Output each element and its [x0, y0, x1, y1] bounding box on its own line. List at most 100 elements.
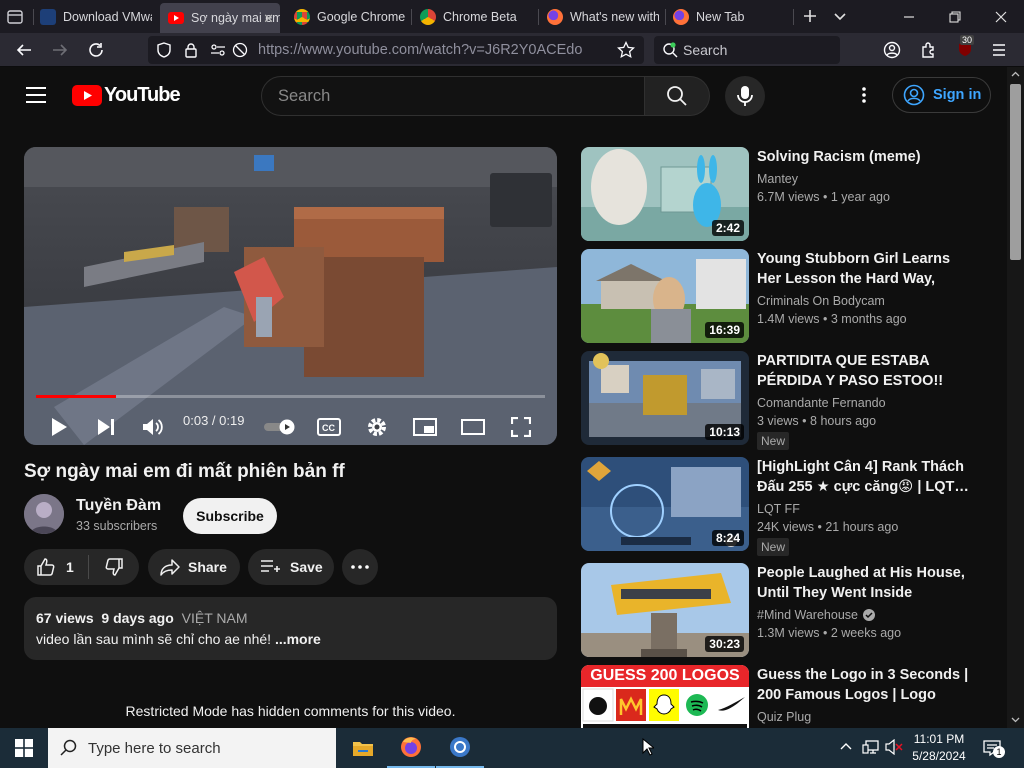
- logos-grid: [582, 688, 747, 728]
- start-button[interactable]: [0, 728, 48, 768]
- channel-name[interactable]: Comandante Fernando: [757, 396, 886, 410]
- subscribe-button[interactable]: Subscribe: [183, 498, 277, 534]
- video-title[interactable]: [HighLight Cân 4] Rank Thách Đấu 255 ★ c…: [757, 457, 972, 497]
- channel-name[interactable]: Mantey: [757, 172, 798, 186]
- close-window-button[interactable]: [978, 0, 1024, 33]
- channel-name[interactable]: LQT FF: [757, 502, 800, 516]
- lock-icon[interactable]: [184, 42, 198, 58]
- next-video-button[interactable]: [88, 409, 124, 445]
- video-title[interactable]: Guess the Logo in 3 Seconds | 200 Famous…: [757, 665, 972, 705]
- firefox-taskbar-button[interactable]: [387, 728, 435, 768]
- taskbar-search-box[interactable]: Type here to search: [48, 728, 336, 768]
- shield-icon[interactable]: [156, 42, 172, 58]
- autoplay-toggle[interactable]: [260, 409, 300, 445]
- windows-taskbar: Type here to search 11:01 PM 5/28/2024 1: [0, 728, 1024, 768]
- tab-download-vmware[interactable]: Download VMware: [40, 0, 152, 33]
- network-icon[interactable]: [862, 739, 880, 755]
- chevron-up-icon[interactable]: [840, 742, 852, 750]
- youtube-logo-icon: [72, 85, 102, 106]
- description-box[interactable]: 67 views 9 days ago VIỆT NAM video lần s…: [24, 597, 557, 660]
- recommendation-item[interactable]: 10:13 PARTIDITA QUE ESTABA PÉRDIDA Y PAS…: [581, 351, 1001, 450]
- video-title[interactable]: Solving Racism (meme): [757, 147, 972, 167]
- video-thumbnail[interactable]: 2:42: [581, 147, 749, 241]
- mute-button[interactable]: [135, 409, 171, 445]
- video-title[interactable]: Young Stubborn Girl Learns Her Lesson th…: [757, 249, 972, 289]
- video-player[interactable]: 0:03 / 0:19 CC: [24, 147, 557, 445]
- autoplay-toggle-icon: [264, 419, 295, 435]
- sign-in-button[interactable]: Sign in: [892, 77, 991, 113]
- recommendation-item[interactable]: GUESS 200 LOGOS Guess the Logo in 3 Seco…: [581, 665, 1001, 728]
- scroll-up-arrow-icon[interactable]: [1011, 71, 1020, 77]
- hamburger-menu-icon[interactable]: [991, 42, 1007, 58]
- share-button[interactable]: Share: [148, 549, 240, 585]
- bookmark-star-icon[interactable]: [617, 41, 635, 59]
- dislike-button[interactable]: [89, 549, 139, 585]
- channel-name[interactable]: #Mind Warehouse: [757, 608, 875, 622]
- tab-list-icon[interactable]: [6, 8, 24, 26]
- video-thumbnail[interactable]: 8:24: [581, 457, 749, 551]
- tab-youtube-active[interactable]: Sợ ngày mai em ✕: [160, 3, 280, 33]
- like-button[interactable]: 1: [24, 549, 88, 585]
- recommendation-item[interactable]: 2:42 Solving Racism (meme) Mantey 6.7M v…: [581, 147, 1001, 243]
- tab-google-chrome[interactable]: Google Chrome: [294, 0, 406, 33]
- voice-search-button[interactable]: [725, 76, 765, 116]
- video-thumbnail[interactable]: 16:39: [581, 249, 749, 343]
- captions-button[interactable]: CC: [311, 409, 347, 445]
- permissions-icon[interactable]: [210, 43, 226, 57]
- recommendation-item[interactable]: 8:24 [HighLight Cân 4] Rank Thách Đấu 25…: [581, 457, 1001, 556]
- system-clock[interactable]: 11:01 PM 5/28/2024: [906, 731, 972, 765]
- video-title[interactable]: PARTIDITA QUE ESTABA PÉRDIDA Y PASO ESTO…: [757, 351, 972, 391]
- autoplay-blocked-icon[interactable]: [232, 42, 248, 58]
- more-options-icon[interactable]: [860, 86, 868, 104]
- video-stats: 6.7M views • 1 year ago: [757, 190, 890, 204]
- firefox-icon: [401, 737, 421, 757]
- volume-muted-icon[interactable]: [885, 739, 903, 755]
- channel-name[interactable]: Tuyền Đàm: [76, 497, 161, 515]
- reload-icon[interactable]: [87, 41, 105, 59]
- channel-name[interactable]: Quiz Plug: [757, 710, 811, 724]
- progress-bar[interactable]: [36, 395, 545, 398]
- search-icon: [60, 739, 77, 756]
- page-scrollbar[interactable]: [1007, 67, 1024, 728]
- url-bar[interactable]: https://www.youtube.com/watch?v=J6R2Y0AC…: [148, 36, 644, 64]
- theater-mode-button[interactable]: [455, 409, 491, 445]
- recommendation-item[interactable]: 16:39 Young Stubborn Girl Learns Her Les…: [581, 249, 1001, 345]
- fullscreen-button[interactable]: [503, 409, 539, 445]
- search-button[interactable]: [645, 76, 710, 116]
- save-button[interactable]: Save: [248, 549, 334, 585]
- video-thumbnail[interactable]: 30:23: [581, 563, 749, 657]
- close-tab-icon[interactable]: ✕: [263, 11, 274, 27]
- scroll-down-arrow-icon[interactable]: [1011, 717, 1020, 723]
- channel-avatar[interactable]: [24, 494, 64, 534]
- new-tab-plus-icon[interactable]: [802, 8, 818, 24]
- guide-menu-icon[interactable]: [25, 86, 47, 104]
- video-thumbnail[interactable]: 10:13: [581, 351, 749, 445]
- channel-name[interactable]: Criminals On Bodycam: [757, 294, 885, 308]
- search-input[interactable]: Search: [261, 76, 645, 116]
- browser-search-box[interactable]: Search: [654, 36, 840, 64]
- play-button[interactable]: [41, 409, 77, 445]
- more-link[interactable]: ...more: [275, 631, 321, 647]
- minimize-button[interactable]: [886, 0, 932, 33]
- miniplayer-button[interactable]: [407, 409, 443, 445]
- youtube-logo[interactable]: YouTube: [72, 84, 181, 107]
- chrome-icon: [450, 737, 470, 757]
- chevron-down-icon[interactable]: [833, 9, 847, 23]
- video-title[interactable]: People Laughed at His House, Until They …: [757, 563, 972, 603]
- back-arrow-icon[interactable]: [15, 41, 33, 59]
- tab-new-tab[interactable]: New Tab: [673, 0, 785, 33]
- chrome-taskbar-button[interactable]: [436, 728, 484, 768]
- account-icon[interactable]: [883, 41, 901, 59]
- restore-button[interactable]: [932, 0, 978, 33]
- settings-button[interactable]: [359, 409, 395, 445]
- notification-center-icon[interactable]: 1: [982, 738, 1005, 758]
- extensions-puzzle-icon[interactable]: [920, 41, 938, 59]
- recommendation-item[interactable]: 30:23 People Laughed at His House, Until…: [581, 563, 1001, 659]
- more-actions-button[interactable]: [342, 549, 378, 585]
- tab-whats-new[interactable]: What's new with: [547, 0, 659, 33]
- video-thumbnail[interactable]: GUESS 200 LOGOS: [581, 665, 749, 728]
- ublock-shield-icon[interactable]: 30: [955, 35, 975, 59]
- file-explorer-button[interactable]: [339, 728, 387, 768]
- tab-chrome-beta[interactable]: Chrome Beta: [420, 0, 532, 33]
- scrollbar-thumb[interactable]: [1010, 84, 1021, 260]
